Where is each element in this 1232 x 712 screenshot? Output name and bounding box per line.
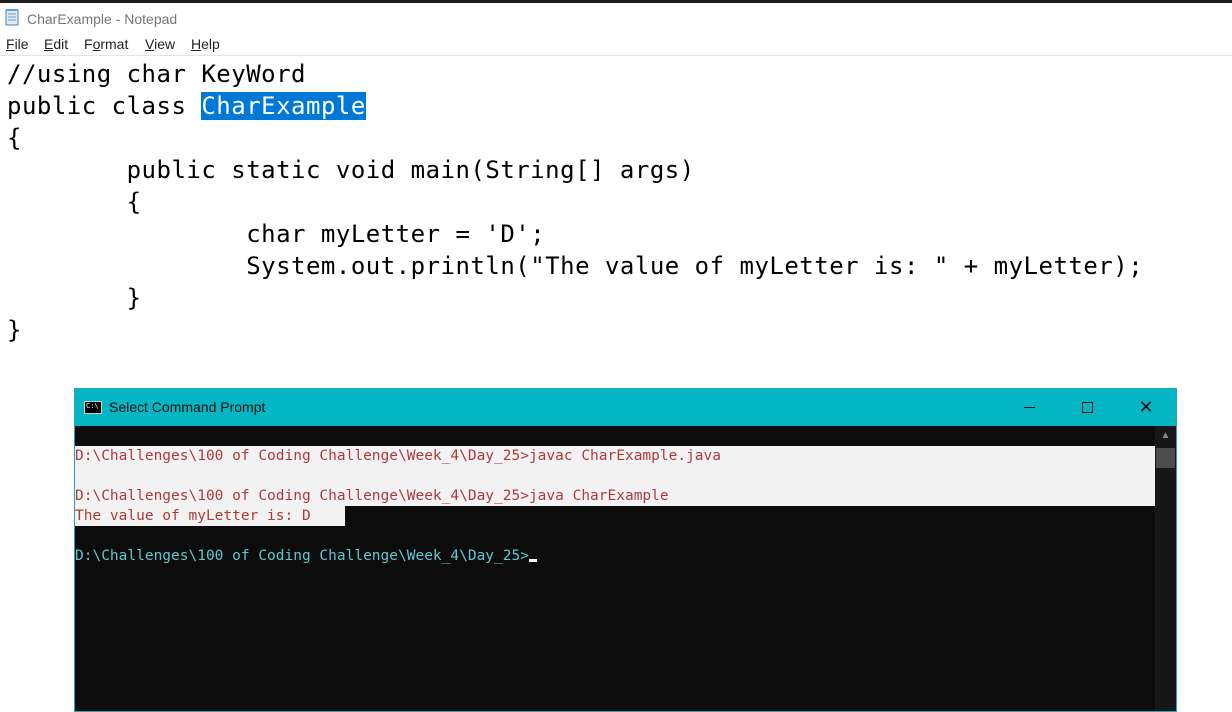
code-line-6: char myLetter = 'D'; <box>7 220 546 248</box>
code-line-9: } <box>7 316 22 344</box>
cmd-window-title: Select Command Prompt <box>109 399 266 415</box>
code-text: public class <box>7 92 202 120</box>
notepad-icon <box>5 9 19 26</box>
console-line-output: The value of myLetter is: D <box>75 508 329 524</box>
menu-file[interactable]: File <box>6 36 29 52</box>
maximize-icon <box>1081 402 1093 413</box>
console-prompt-line: D:\Challenges\100 of Coding Challenge\We… <box>75 546 537 566</box>
vertical-scrollbar[interactable]: ▲ <box>1155 426 1176 711</box>
close-icon: ✕ <box>1138 396 1154 418</box>
console-output[interactable]: D:\Challenges\100 of Coding Challenge\We… <box>75 426 1155 711</box>
text-cursor <box>528 559 537 562</box>
code-line-4: public static void main(String[] args) <box>7 156 695 184</box>
code-line-8: } <box>7 284 142 312</box>
code-line-3: { <box>7 124 22 152</box>
code-line-7: System.out.println("The value of myLette… <box>7 252 1144 280</box>
text-editor[interactable]: //using char KeyWord public class CharEx… <box>7 58 1227 378</box>
menu-edit[interactable]: Edit <box>44 36 68 52</box>
code-line-1: //using char KeyWord <box>7 60 306 88</box>
menu-help[interactable]: Help <box>191 36 220 52</box>
scroll-up-arrow-icon[interactable]: ▲ <box>1155 428 1176 444</box>
code-line-5: { <box>7 188 142 216</box>
console-line-javac: D:\Challenges\100 of Coding Challenge\We… <box>75 448 722 464</box>
code-line-2: public class CharExample <box>7 90 366 122</box>
selected-text: CharExample <box>201 92 366 120</box>
menu-view[interactable]: View <box>145 36 175 52</box>
command-prompt-window[interactable]: C:\ Select Command Prompt ✕ D:\Challenge… <box>74 388 1177 712</box>
menu-format[interactable]: Format <box>84 36 128 52</box>
cmd-icon: C:\ <box>84 401 102 414</box>
cmd-titlebar[interactable]: C:\ Select Command Prompt ✕ <box>75 389 1176 426</box>
console-prompt: D:\Challenges\100 of Coding Challenge\We… <box>75 548 529 564</box>
console-line-java: D:\Challenges\100 of Coding Challenge\We… <box>75 488 669 504</box>
window-title: CharExample - Notepad <box>27 11 178 27</box>
menu-bar: File Edit Format View Help <box>0 33 1232 56</box>
notepad-titlebar[interactable]: CharExample - Notepad <box>0 3 1232 33</box>
close-button[interactable]: ✕ <box>1117 389 1175 426</box>
maximize-button[interactable] <box>1058 389 1116 426</box>
minimize-icon <box>1023 407 1035 408</box>
minimize-button[interactable] <box>1000 389 1058 426</box>
scroll-thumb[interactable] <box>1156 448 1175 468</box>
